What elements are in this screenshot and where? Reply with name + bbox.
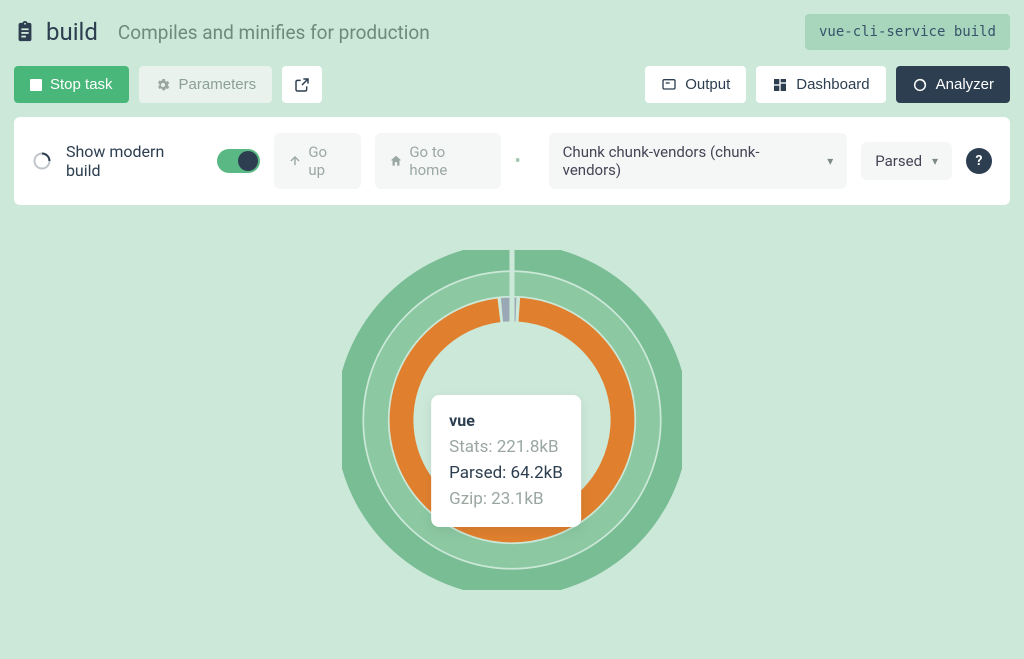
- stop-task-button[interactable]: Stop task: [14, 66, 129, 103]
- tab-dashboard-label: Dashboard: [796, 76, 869, 93]
- header-left: build Compiles and minifies for producti…: [14, 18, 430, 46]
- external-link-icon: [294, 77, 310, 93]
- tooltip-parsed-label: Parsed:: [449, 463, 506, 483]
- tooltip-stats-value: 221.8kB: [497, 437, 559, 457]
- analyzer-icon: [912, 77, 928, 93]
- modern-build-toggle[interactable]: [217, 149, 261, 173]
- page-subtitle: Compiles and minifies for production: [118, 21, 430, 44]
- tab-analyzer[interactable]: Analyzer: [896, 66, 1010, 103]
- go-home-button[interactable]: Go to home: [375, 133, 500, 189]
- gear-icon: [155, 77, 171, 93]
- arrow-up-icon: [288, 154, 302, 168]
- parameters-label: Parameters: [179, 76, 257, 93]
- home-icon: [389, 154, 403, 168]
- output-icon: [661, 77, 677, 93]
- command-chip: vue-cli-service build: [805, 14, 1010, 50]
- sunburst-chart[interactable]: vue Stats: 221.8kB Parsed: 64.2kB Gzip: …: [0, 205, 1024, 635]
- chevron-down-icon: ▾: [827, 154, 833, 168]
- go-up-button[interactable]: Go up: [274, 133, 361, 189]
- stop-task-label: Stop task: [50, 76, 113, 93]
- toolbar: Stop task Parameters Output Dashboard An…: [0, 58, 1024, 117]
- mode-select[interactable]: Parsed ▾: [861, 142, 952, 180]
- toolbar-right: Output Dashboard Analyzer: [645, 66, 1010, 103]
- chart-tooltip: vue Stats: 221.8kB Parsed: 64.2kB Gzip: …: [431, 395, 581, 527]
- spinner-icon: [32, 151, 52, 171]
- control-panel: Show modern build Go up Go to home • Chu…: [14, 117, 1010, 205]
- tab-output-label: Output: [685, 76, 730, 93]
- page-title: build: [46, 18, 98, 46]
- modern-build-label: Show modern build: [66, 142, 203, 180]
- tooltip-gzip-value: 23.1kB: [491, 489, 543, 509]
- toggle-knob: [238, 151, 258, 171]
- go-up-label: Go up: [308, 143, 347, 179]
- stop-icon: [30, 79, 42, 91]
- chunk-select-label: Chunk chunk-vendors (chunk-vendors): [563, 143, 818, 179]
- chunk-select[interactable]: Chunk chunk-vendors (chunk-vendors) ▾: [549, 133, 848, 189]
- tooltip-gzip-label: Gzip:: [449, 489, 487, 509]
- chevron-down-icon: ▾: [932, 154, 938, 168]
- tab-dashboard[interactable]: Dashboard: [756, 66, 885, 103]
- toolbar-left: Stop task Parameters: [14, 66, 322, 103]
- parameters-button[interactable]: Parameters: [139, 66, 273, 103]
- tab-analyzer-label: Analyzer: [936, 76, 994, 93]
- tooltip-name: vue: [449, 409, 563, 434]
- separator-dot: •: [515, 151, 521, 172]
- go-home-label: Go to home: [409, 143, 486, 179]
- dashboard-icon: [772, 77, 788, 93]
- mode-select-label: Parsed: [875, 152, 922, 170]
- tab-output[interactable]: Output: [645, 66, 746, 103]
- tooltip-parsed-value: 64.2kB: [511, 463, 563, 483]
- help-button[interactable]: ?: [966, 148, 992, 174]
- open-external-button[interactable]: [282, 66, 322, 103]
- tooltip-stats-label: Stats:: [449, 437, 492, 457]
- clipboard-icon: [14, 19, 36, 45]
- header: build Compiles and minifies for producti…: [0, 0, 1024, 58]
